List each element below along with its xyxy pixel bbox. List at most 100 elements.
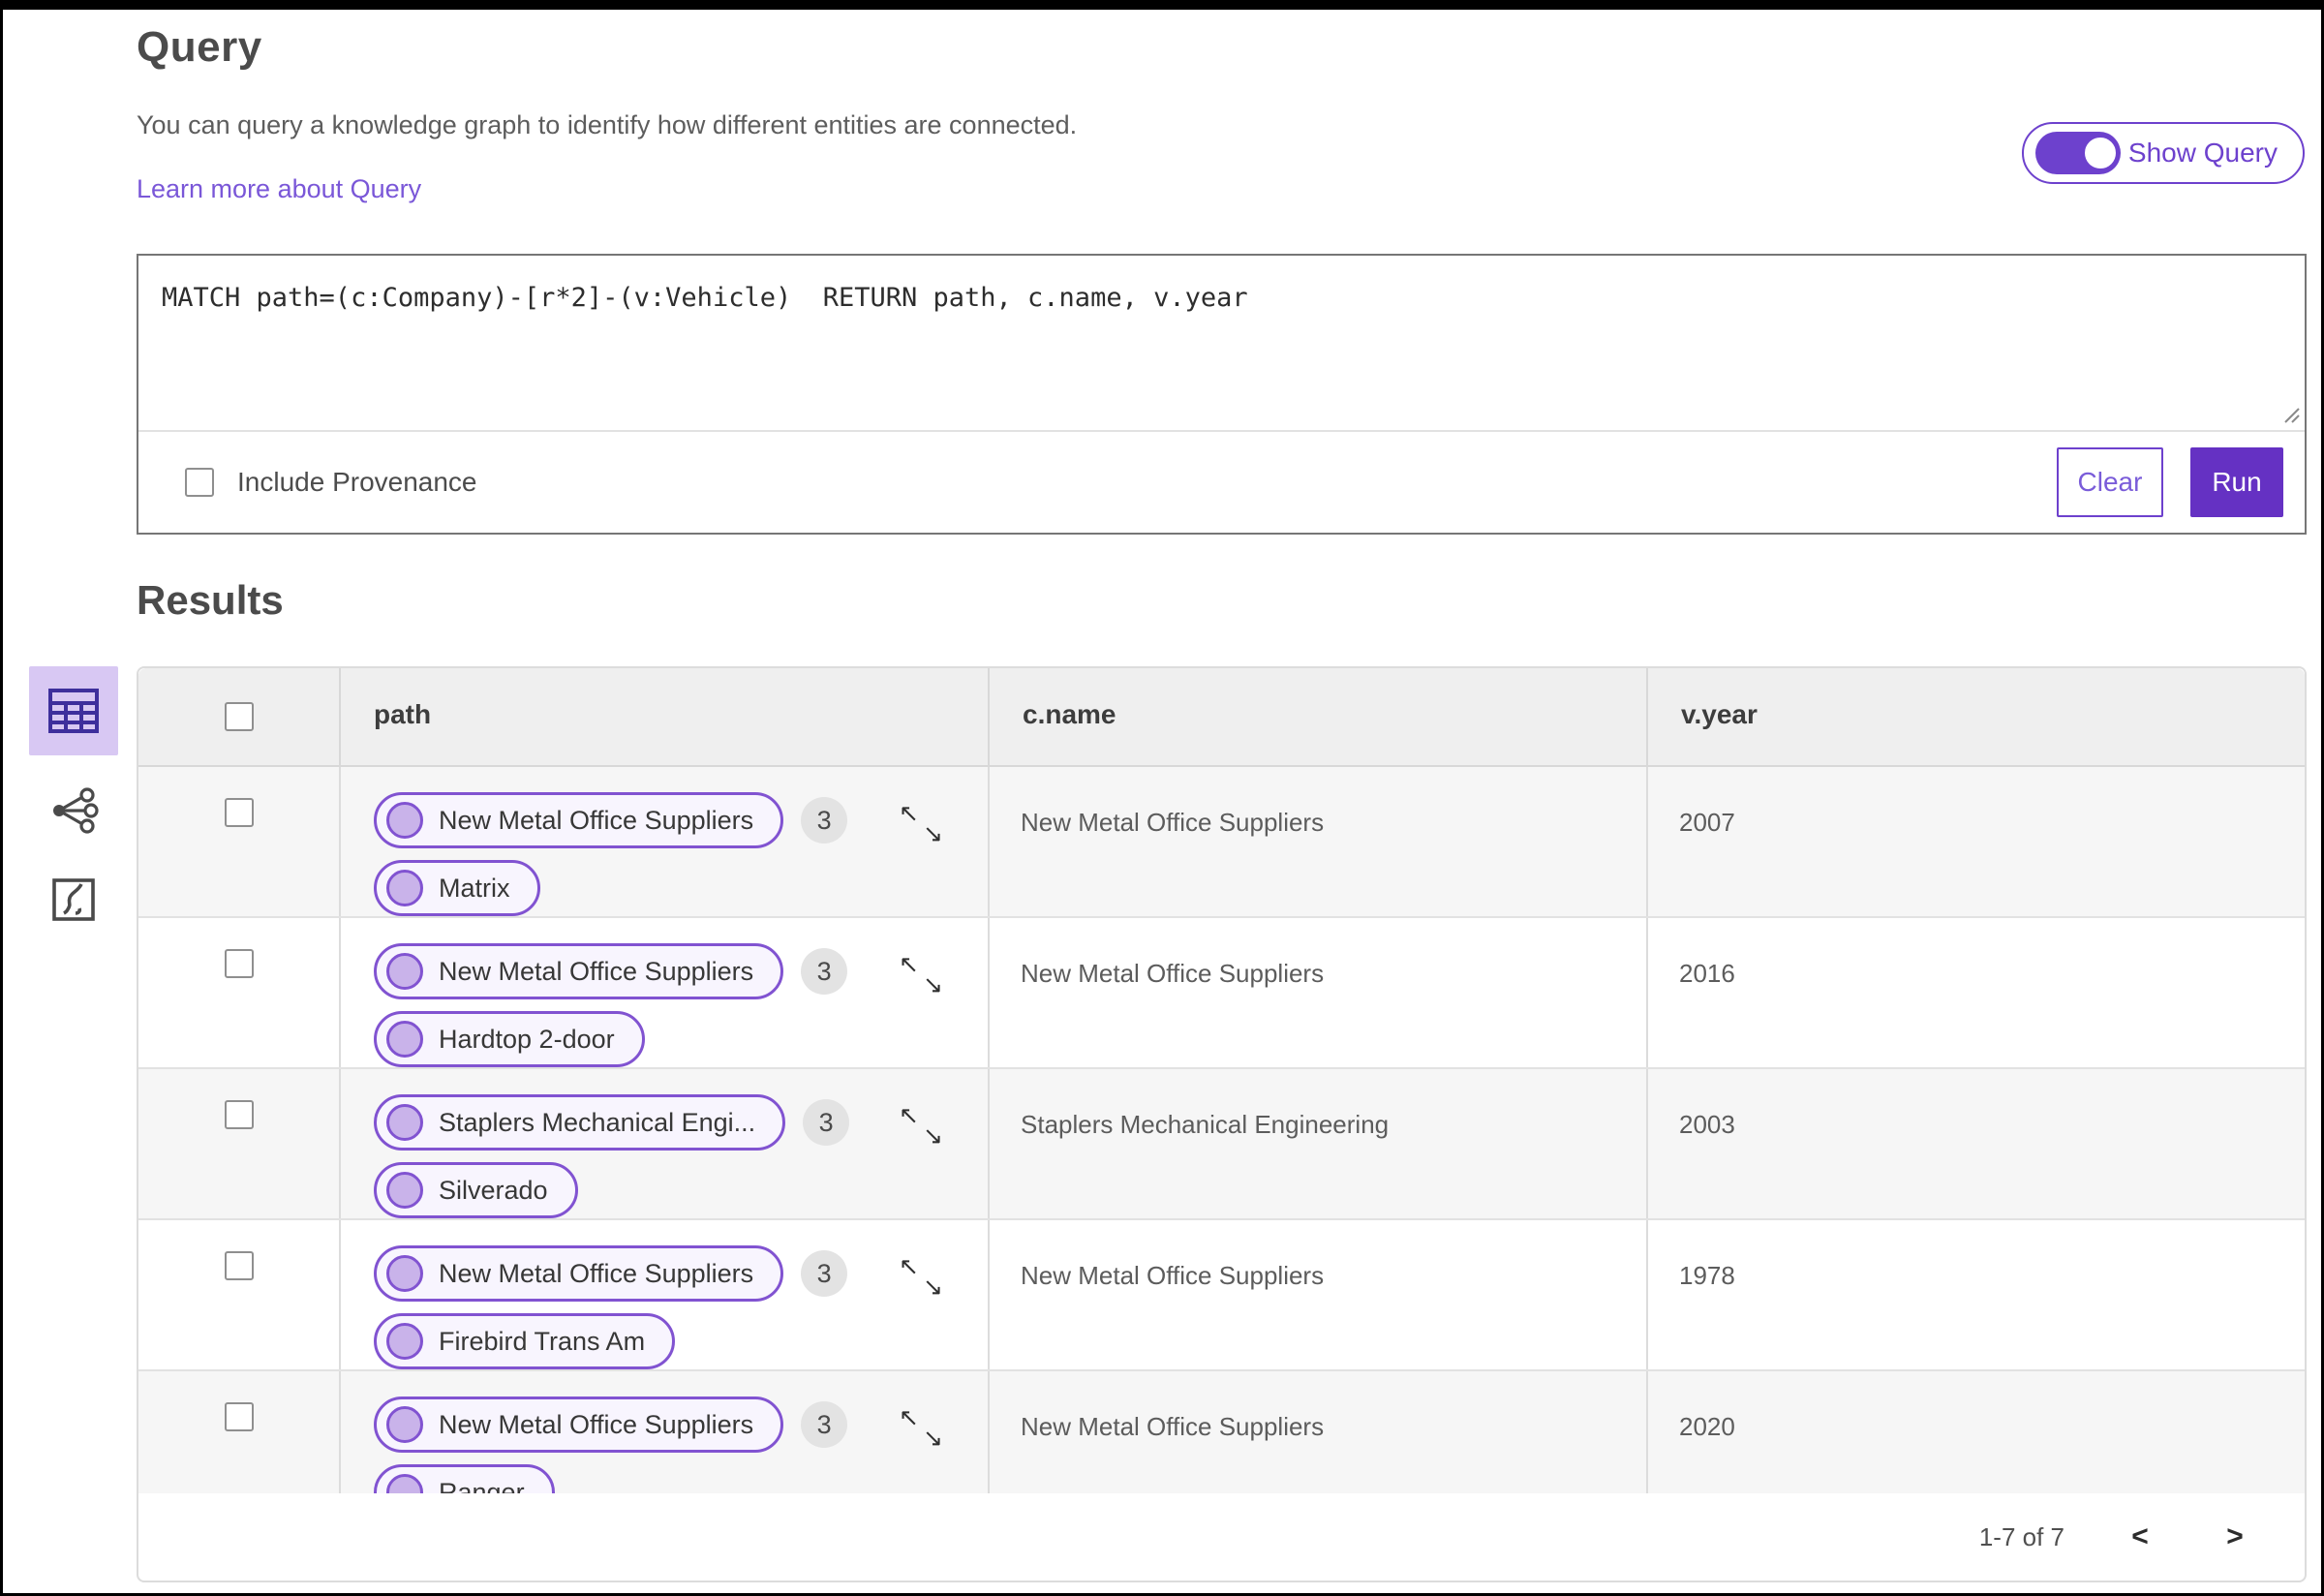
path-node-pill-2[interactable]: Matrix [374, 860, 540, 916]
show-query-label: Show Query [2127, 138, 2278, 168]
clear-button[interactable]: Clear [2057, 447, 2163, 517]
table-body: New Metal Office Suppliers 3 Matrix ↖ ↘ … [138, 767, 2305, 1497]
path-node-pill-2-label: Hardtop 2-door [439, 1024, 615, 1054]
pagination-next-icon[interactable]: > [2216, 1520, 2254, 1553]
results-title: Results [137, 577, 284, 623]
path-node-pill-1[interactable]: Staplers Mechanical Engi... [374, 1094, 786, 1151]
path-count-badge: 3 [801, 1401, 848, 1448]
node-dot-icon [386, 1255, 423, 1292]
node-dot-icon [386, 1406, 423, 1443]
node-dot-icon [386, 870, 423, 906]
expand-path-icon[interactable]: ↖ ↘ [899, 1255, 945, 1302]
results-table: path c.name v.year New Metal Office Supp… [137, 666, 2307, 1582]
app-window: Query You can query a knowledge graph to… [0, 0, 2324, 1596]
query-actions-bar: Include Provenance Clear Run [138, 430, 2305, 533]
arrow-se-icon: ↘ [923, 971, 943, 998]
path-cell: New Metal Office Suppliers 3 Firebird Tr… [339, 1220, 988, 1369]
path-node-pill-2[interactable]: Hardtop 2-door [374, 1011, 645, 1067]
pagination-range: 1-7 of 7 [1978, 1521, 2064, 1551]
query-page: Query You can query a knowledge graph to… [137, 10, 2307, 1593]
path-node-pill-2-label: Silverado [439, 1175, 548, 1205]
path-count-badge: 3 [801, 797, 848, 844]
path-node-pill-1-label: New Metal Office Suppliers [439, 956, 754, 986]
row-checkbox[interactable] [224, 949, 254, 978]
cell-cname: New Metal Office Suppliers [988, 1220, 1646, 1369]
query-input[interactable]: MATCH path=(c:Company)-[r*2]-(v:Vehicle)… [138, 256, 2305, 430]
path-node-pill-2-label: Firebird Trans Am [439, 1326, 646, 1356]
path-node-pill-1[interactable]: New Metal Office Suppliers [374, 943, 784, 999]
node-dot-icon [386, 1021, 423, 1058]
path-node-pill-2-label: Matrix [439, 873, 510, 903]
expand-path-icon[interactable]: ↖ ↘ [899, 953, 945, 999]
path-node-pill-1-label: New Metal Office Suppliers [439, 1409, 754, 1439]
row-checkbox[interactable] [224, 1402, 254, 1431]
table-row: Staplers Mechanical Engi... 3 Silverado … [138, 1069, 2305, 1220]
table-row: New Metal Office Suppliers 3 Firebird Tr… [138, 1220, 2305, 1371]
sidebar-item-map-view[interactable] [29, 866, 118, 934]
learn-more-link[interactable]: Learn more about Query [137, 174, 421, 204]
toggle-switch-icon[interactable] [2034, 132, 2121, 174]
node-dot-icon [386, 1323, 423, 1360]
path-node-pill-1[interactable]: New Metal Office Suppliers [374, 1396, 784, 1453]
page-description: You can query a knowledge graph to ident… [137, 110, 1078, 139]
expand-path-icon[interactable]: ↖ ↘ [899, 802, 945, 848]
path-count-badge: 3 [801, 1250, 848, 1297]
cell-cname: New Metal Office Suppliers [988, 918, 1646, 1067]
table-icon [47, 688, 100, 734]
cell-vyear: 2003 [1646, 1069, 2305, 1218]
path-node-pill-1[interactable]: New Metal Office Suppliers [374, 1245, 784, 1302]
path-count-badge: 3 [803, 1099, 850, 1146]
include-provenance-checkbox[interactable] [185, 468, 214, 497]
select-all-checkbox[interactable] [224, 702, 254, 731]
arrow-se-icon: ↘ [923, 820, 943, 847]
arrow-se-icon: ↘ [923, 1274, 943, 1301]
node-dot-icon [386, 1104, 423, 1141]
path-node-pill-2[interactable]: Ranger [374, 1464, 555, 1495]
cell-vyear: 2016 [1646, 918, 2305, 1067]
cell-cname: New Metal Office Suppliers [988, 767, 1646, 916]
path-node-pill-1-label: New Metal Office Suppliers [439, 1258, 754, 1288]
sidebar-item-table-view[interactable] [29, 666, 118, 755]
row-checkbox[interactable] [224, 1100, 254, 1129]
arrow-nw-icon: ↖ [899, 800, 919, 827]
pagination-prev-icon[interactable]: < [2121, 1520, 2159, 1553]
path-node-pill-1[interactable]: New Metal Office Suppliers [374, 792, 784, 848]
row-checkbox[interactable] [224, 798, 254, 827]
cell-cname: Staplers Mechanical Engineering [988, 1069, 1646, 1218]
cell-vyear: 1978 [1646, 1220, 2305, 1369]
arrow-se-icon: ↘ [923, 1122, 943, 1150]
table-row: New Metal Office Suppliers 3 Ranger ↖ ↘ … [138, 1371, 2305, 1497]
path-cell: New Metal Office Suppliers 3 Hardtop 2-d… [339, 918, 988, 1067]
cell-vyear: 2020 [1646, 1371, 2305, 1495]
show-query-toggle[interactable]: Show Query [2021, 122, 2305, 184]
resize-grip-icon[interactable] [2279, 403, 2301, 424]
arrow-nw-icon: ↖ [899, 1102, 919, 1129]
column-header-path: path [374, 699, 432, 729]
path-cell: New Metal Office Suppliers 3 Matrix ↖ ↘ [339, 767, 988, 916]
path-node-pill-2[interactable]: Silverado [374, 1162, 578, 1218]
query-editor-panel: MATCH path=(c:Company)-[r*2]-(v:Vehicle)… [137, 254, 2307, 535]
network-icon [47, 786, 100, 835]
cell-cname: New Metal Office Suppliers [988, 1371, 1646, 1495]
expand-path-icon[interactable]: ↖ ↘ [899, 1104, 945, 1151]
column-header-vyear: v.year [1681, 699, 1758, 729]
path-cell: Staplers Mechanical Engi... 3 Silverado … [339, 1069, 988, 1218]
expand-path-icon[interactable]: ↖ ↘ [899, 1406, 945, 1453]
path-node-pill-2[interactable]: Firebird Trans Am [374, 1313, 676, 1369]
node-dot-icon [386, 1172, 423, 1209]
route-box-icon [50, 876, 97, 923]
arrow-se-icon: ↘ [923, 1425, 943, 1452]
path-node-pill-1-label: Staplers Mechanical Engi... [439, 1107, 756, 1137]
run-button[interactable]: Run [2190, 447, 2283, 517]
path-count-badge: 3 [801, 948, 848, 995]
path-cell: New Metal Office Suppliers 3 Ranger ↖ ↘ [339, 1371, 988, 1495]
node-dot-icon [386, 953, 423, 990]
sidebar-item-graph-view[interactable] [29, 777, 118, 844]
table-footer: 1-7 of 7 < > [138, 1493, 2305, 1581]
include-provenance-label: Include Provenance [237, 467, 477, 497]
table-header-row: path c.name v.year [138, 668, 2305, 767]
arrow-nw-icon: ↖ [899, 1404, 919, 1431]
row-checkbox[interactable] [224, 1251, 254, 1280]
column-header-cname: c.name [1023, 699, 1116, 729]
arrow-nw-icon: ↖ [899, 1253, 919, 1280]
